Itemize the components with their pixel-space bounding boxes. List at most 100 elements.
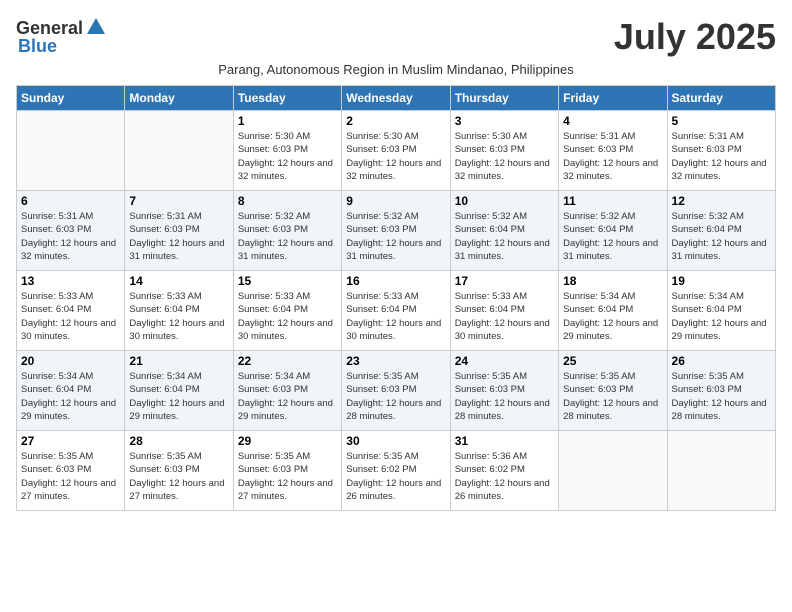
day-info: Sunrise: 5:35 AMSunset: 6:03 PMDaylight:… (129, 450, 228, 503)
calendar-week-row: 20 Sunrise: 5:34 AMSunset: 6:04 PMDayligh… (17, 351, 776, 431)
day-info: Sunrise: 5:33 AMSunset: 6:04 PMDaylight:… (346, 290, 445, 343)
day-number: 2 (346, 114, 445, 128)
calendar-cell: 5 Sunrise: 5:31 AMSunset: 6:03 PMDaylight… (667, 111, 775, 191)
day-number: 10 (455, 194, 554, 208)
day-info: Sunrise: 5:33 AMSunset: 6:04 PMDaylight:… (455, 290, 554, 343)
calendar-week-row: 1 Sunrise: 5:30 AMSunset: 6:03 PMDaylight… (17, 111, 776, 191)
day-number: 9 (346, 194, 445, 208)
weekday-header-tuesday: Tuesday (233, 86, 341, 111)
calendar-cell: 16 Sunrise: 5:33 AMSunset: 6:04 PMDayligh… (342, 271, 450, 351)
calendar-cell: 6Sunrise: 5:31 AMSunset: 6:03 PMDaylight… (17, 191, 125, 271)
day-number: 30 (346, 434, 445, 448)
calendar-cell: 26Sunrise: 5:35 AMSunset: 6:03 PMDayligh… (667, 351, 775, 431)
logo: General Blue (16, 16, 107, 57)
logo-blue-text: Blue (18, 36, 57, 57)
weekday-header-monday: Monday (125, 86, 233, 111)
day-number: 27 (21, 434, 120, 448)
day-info: Sunrise: 5:35 AMSunset: 6:02 PMDaylight:… (346, 450, 445, 503)
day-info: Sunrise: 5:32 AMSunset: 6:03 PMDaylight:… (238, 210, 337, 263)
day-number: 3 (455, 114, 554, 128)
calendar-cell: 13Sunrise: 5:33 AMSunset: 6:04 PMDayligh… (17, 271, 125, 351)
day-info: Sunrise: 5:31 AMSunset: 6:03 PMDaylight:… (672, 130, 771, 183)
calendar-week-row: 6Sunrise: 5:31 AMSunset: 6:03 PMDaylight… (17, 191, 776, 271)
calendar-cell (17, 111, 125, 191)
calendar-cell: 18Sunrise: 5:34 AMSunset: 6:04 PMDayligh… (559, 271, 667, 351)
calendar-cell: 8 Sunrise: 5:32 AMSunset: 6:03 PMDaylight… (233, 191, 341, 271)
day-info: Sunrise: 5:34 AMSunset: 6:04 PMDaylight:… (21, 370, 120, 423)
weekday-header-row: SundayMondayTuesdayWednesdayThursdayFrid… (17, 86, 776, 111)
calendar-cell: 23Sunrise: 5:35 AMSunset: 6:03 PMDayligh… (342, 351, 450, 431)
weekday-header-wednesday: Wednesday (342, 86, 450, 111)
day-info: Sunrise: 5:36 AMSunset: 6:02 PMDaylight:… (455, 450, 554, 503)
calendar-cell: 24 Sunrise: 5:35 AMSunset: 6:03 PMDayligh… (450, 351, 558, 431)
calendar-cell: 29 Sunrise: 5:35 AMSunset: 6:03 PMDayligh… (233, 431, 341, 511)
day-info: Sunrise: 5:32 AMSunset: 6:04 PMDaylight:… (672, 210, 771, 263)
calendar-cell: 31 Sunrise: 5:36 AMSunset: 6:02 PMDayligh… (450, 431, 558, 511)
day-number: 8 (238, 194, 337, 208)
day-number: 1 (238, 114, 337, 128)
day-number: 19 (672, 274, 771, 288)
calendar-cell: 25Sunrise: 5:35 AMSunset: 6:03 PMDayligh… (559, 351, 667, 431)
day-number: 7 (129, 194, 228, 208)
day-info: Sunrise: 5:33 AMSunset: 6:04 PMDaylight:… (238, 290, 337, 343)
day-info: Sunrise: 5:33 AMSunset: 6:04 PMDaylight:… (129, 290, 228, 343)
calendar-cell: 20 Sunrise: 5:34 AMSunset: 6:04 PMDayligh… (17, 351, 125, 431)
calendar-cell: 2 Sunrise: 5:30 AMSunset: 6:03 PMDaylight… (342, 111, 450, 191)
calendar-cell: 1 Sunrise: 5:30 AMSunset: 6:03 PMDaylight… (233, 111, 341, 191)
day-number: 28 (129, 434, 228, 448)
day-info: Sunrise: 5:34 AMSunset: 6:04 PMDaylight:… (129, 370, 228, 423)
day-info: Sunrise: 5:30 AMSunset: 6:03 PMDaylight:… (455, 130, 554, 183)
month-year-title: July 2025 (614, 16, 776, 58)
day-number: 29 (238, 434, 337, 448)
calendar-week-row: 27 Sunrise: 5:35 AMSunset: 6:03 PMDayligh… (17, 431, 776, 511)
calendar-cell: 27 Sunrise: 5:35 AMSunset: 6:03 PMDayligh… (17, 431, 125, 511)
calendar-table: SundayMondayTuesdayWednesdayThursdayFrid… (16, 85, 776, 511)
day-info: Sunrise: 5:35 AMSunset: 6:03 PMDaylight:… (455, 370, 554, 423)
day-info: Sunrise: 5:34 AMSunset: 6:04 PMDaylight:… (672, 290, 771, 343)
day-info: Sunrise: 5:35 AMSunset: 6:03 PMDaylight:… (563, 370, 662, 423)
day-info: Sunrise: 5:32 AMSunset: 6:04 PMDaylight:… (563, 210, 662, 263)
weekday-header-saturday: Saturday (667, 86, 775, 111)
logo-icon (85, 16, 107, 38)
calendar-cell: 7Sunrise: 5:31 AMSunset: 6:03 PMDaylight… (125, 191, 233, 271)
day-number: 24 (455, 354, 554, 368)
day-info: Sunrise: 5:35 AMSunset: 6:03 PMDaylight:… (21, 450, 120, 503)
day-info: Sunrise: 5:33 AMSunset: 6:04 PMDaylight:… (21, 290, 120, 343)
day-number: 31 (455, 434, 554, 448)
weekday-header-thursday: Thursday (450, 86, 558, 111)
day-number: 14 (129, 274, 228, 288)
day-number: 20 (21, 354, 120, 368)
day-info: Sunrise: 5:35 AMSunset: 6:03 PMDaylight:… (346, 370, 445, 423)
calendar-cell: 28 Sunrise: 5:35 AMSunset: 6:03 PMDayligh… (125, 431, 233, 511)
calendar-cell: 3 Sunrise: 5:30 AMSunset: 6:03 PMDaylight… (450, 111, 558, 191)
calendar-cell: 22 Sunrise: 5:34 AMSunset: 6:03 PMDayligh… (233, 351, 341, 431)
day-number: 26 (672, 354, 771, 368)
day-number: 15 (238, 274, 337, 288)
calendar-cell (559, 431, 667, 511)
day-info: Sunrise: 5:34 AMSunset: 6:03 PMDaylight:… (238, 370, 337, 423)
calendar-cell: 4Sunrise: 5:31 AMSunset: 6:03 PMDaylight… (559, 111, 667, 191)
weekday-header-friday: Friday (559, 86, 667, 111)
calendar-cell (667, 431, 775, 511)
day-info: Sunrise: 5:34 AMSunset: 6:04 PMDaylight:… (563, 290, 662, 343)
calendar-cell: 10Sunrise: 5:32 AMSunset: 6:04 PMDayligh… (450, 191, 558, 271)
day-info: Sunrise: 5:35 AMSunset: 6:03 PMDaylight:… (238, 450, 337, 503)
day-number: 5 (672, 114, 771, 128)
day-info: Sunrise: 5:30 AMSunset: 6:03 PMDaylight:… (238, 130, 337, 183)
weekday-header-sunday: Sunday (17, 86, 125, 111)
calendar-cell: 19 Sunrise: 5:34 AMSunset: 6:04 PMDayligh… (667, 271, 775, 351)
calendar-cell: 15 Sunrise: 5:33 AMSunset: 6:04 PMDayligh… (233, 271, 341, 351)
day-info: Sunrise: 5:31 AMSunset: 6:03 PMDaylight:… (563, 130, 662, 183)
day-number: 6 (21, 194, 120, 208)
day-number: 22 (238, 354, 337, 368)
calendar-week-row: 13Sunrise: 5:33 AMSunset: 6:04 PMDayligh… (17, 271, 776, 351)
calendar-cell: 17Sunrise: 5:33 AMSunset: 6:04 PMDayligh… (450, 271, 558, 351)
calendar-cell: 9Sunrise: 5:32 AMSunset: 6:03 PMDaylight… (342, 191, 450, 271)
day-info: Sunrise: 5:30 AMSunset: 6:03 PMDaylight:… (346, 130, 445, 183)
calendar-cell: 14 Sunrise: 5:33 AMSunset: 6:04 PMDayligh… (125, 271, 233, 351)
day-number: 21 (129, 354, 228, 368)
day-number: 16 (346, 274, 445, 288)
calendar-cell: 30 Sunrise: 5:35 AMSunset: 6:02 PMDayligh… (342, 431, 450, 511)
day-number: 11 (563, 194, 662, 208)
calendar-cell: 21 Sunrise: 5:34 AMSunset: 6:04 PMDayligh… (125, 351, 233, 431)
